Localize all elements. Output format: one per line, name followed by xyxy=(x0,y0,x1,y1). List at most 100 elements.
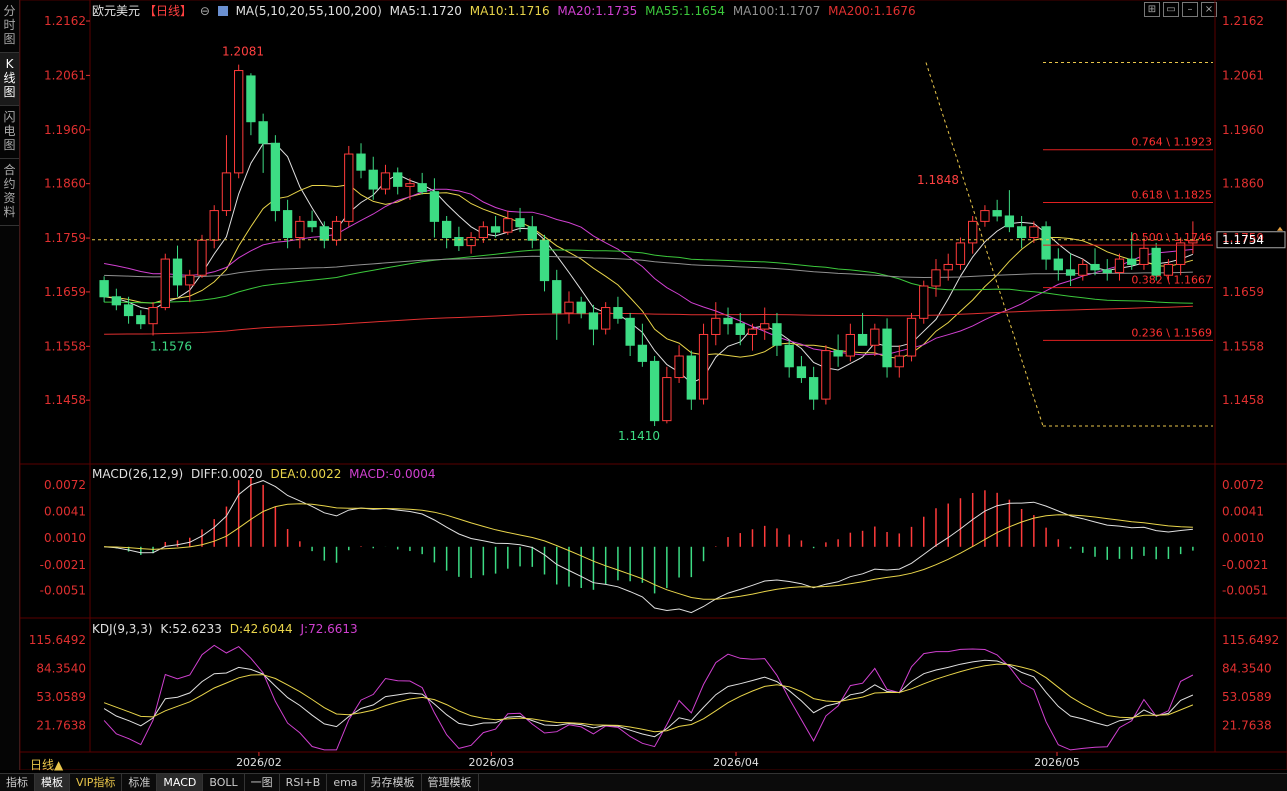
macd-axis-right-label: 0.0010 xyxy=(1222,531,1264,545)
candle-body xyxy=(148,307,158,325)
candle-body xyxy=(441,220,452,239)
candle-body xyxy=(833,350,843,357)
candle-body xyxy=(282,210,293,239)
candle-body xyxy=(931,269,941,287)
bottom-tab-7[interactable]: RSI+B xyxy=(280,774,328,791)
macd-diff-line xyxy=(104,480,1193,614)
bottom-tab-9[interactable]: 另存模板 xyxy=(365,774,422,791)
candle xyxy=(344,145,354,227)
candle xyxy=(258,113,268,173)
price-axis-left-label: 1.1458 xyxy=(44,393,86,407)
candle-body xyxy=(845,333,856,357)
candle-body xyxy=(662,377,672,422)
candle xyxy=(466,232,476,254)
candle-body xyxy=(454,237,464,247)
bottom-tab-2[interactable]: VIP指标 xyxy=(70,774,123,791)
candle-body xyxy=(1078,263,1088,276)
macd-axis-right-label: -0.0051 xyxy=(1222,584,1268,598)
candle xyxy=(955,237,966,270)
candle xyxy=(1053,248,1063,281)
candle xyxy=(307,210,317,233)
candle-body xyxy=(796,366,807,379)
candle-body xyxy=(136,315,146,325)
candle xyxy=(649,356,660,427)
candle xyxy=(833,334,843,367)
ma10-line xyxy=(104,184,1194,359)
candle xyxy=(490,215,501,238)
candle xyxy=(992,199,1002,222)
chart-canvas[interactable]: 1.2162 1.2162 1.2061 1.2061 1.1960 1.1960 1.18… xyxy=(0,0,1287,770)
timeframe-selector[interactable]: 日线▲ xyxy=(30,756,63,773)
candle-body xyxy=(906,317,917,357)
candle-body xyxy=(1090,263,1100,271)
date-axis-label: 2026/05 xyxy=(1034,756,1080,769)
candle xyxy=(968,215,978,254)
kdj-axis-left-label: 84.3540 xyxy=(36,662,86,676)
candle xyxy=(197,234,207,278)
candle-body xyxy=(417,183,427,193)
candle xyxy=(613,296,623,324)
candle xyxy=(735,312,745,346)
candle xyxy=(380,164,391,195)
candle-body xyxy=(344,153,354,222)
candle xyxy=(1090,248,1100,276)
candle-body xyxy=(527,226,537,241)
candle-body xyxy=(429,191,440,222)
candle xyxy=(857,312,868,346)
candle-body xyxy=(1053,258,1063,271)
kdj-axis-left-label: 115.6492 xyxy=(29,633,86,647)
date-axis-label: 2026/03 xyxy=(468,756,514,769)
candle-body xyxy=(723,317,733,325)
candle xyxy=(160,253,170,311)
candle-body xyxy=(747,328,758,335)
bottom-tab-8[interactable]: ema xyxy=(327,774,365,791)
bottom-tab-10[interactable]: 管理模板 xyxy=(422,774,479,791)
candle-body xyxy=(393,172,403,187)
candle xyxy=(417,172,427,195)
bottom-tab-6[interactable]: 一图 xyxy=(245,774,280,791)
candle-body xyxy=(258,121,268,144)
candle xyxy=(356,143,366,179)
bottom-tab-1[interactable]: 模板 xyxy=(35,774,70,791)
price-axis-right-label: 1.1860 xyxy=(1222,177,1264,191)
price-axis-right-label: 1.1960 xyxy=(1222,123,1264,137)
candle-body xyxy=(980,210,990,222)
macd-axis-left-label: 0.0010 xyxy=(44,531,86,545)
candle-body xyxy=(808,377,819,400)
candle xyxy=(784,339,794,378)
candle xyxy=(576,296,586,319)
candle-body xyxy=(698,333,709,400)
candle xyxy=(662,366,672,424)
kdj-axis-right-label: 115.6492 xyxy=(1222,633,1279,647)
candle-body xyxy=(576,301,586,314)
bottom-tab-0[interactable]: 指标 xyxy=(0,774,35,791)
candle-body xyxy=(1127,258,1137,265)
bottom-tab-5[interactable]: BOLL xyxy=(203,774,245,791)
candle xyxy=(454,226,464,251)
candle-body xyxy=(1004,215,1015,228)
macd-axis-left-label: 0.0041 xyxy=(44,505,86,519)
candle-body xyxy=(307,220,317,228)
candle xyxy=(295,215,305,249)
candle-body xyxy=(1016,226,1027,239)
price-axis-left-label: 1.2162 xyxy=(44,14,86,28)
kdj-axis-right-label: 84.3540 xyxy=(1222,662,1272,676)
annotation-high: 1.2081 xyxy=(222,45,264,59)
annotation-low: 1.1410 xyxy=(618,429,660,443)
candle-body xyxy=(172,258,183,286)
price-axis-right-label: 1.2061 xyxy=(1222,68,1264,82)
kdj-axis-right-label: 53.0589 xyxy=(1222,690,1272,704)
fib-level-label: 0.500 \ 1.1746 xyxy=(1131,231,1212,244)
candle-body xyxy=(552,280,562,314)
bottom-tab-3[interactable]: 标准 xyxy=(122,774,158,791)
candle xyxy=(870,323,880,357)
candle-body xyxy=(368,169,378,190)
kdj-k-line xyxy=(103,659,1194,738)
date-axis-label: 2026/02 xyxy=(236,756,282,769)
candle xyxy=(136,310,146,330)
candle-body xyxy=(772,323,782,346)
candle-body xyxy=(405,183,415,187)
candle-body xyxy=(870,328,880,346)
candle-body xyxy=(564,301,574,314)
bottom-tab-4[interactable]: MACD xyxy=(157,774,204,791)
